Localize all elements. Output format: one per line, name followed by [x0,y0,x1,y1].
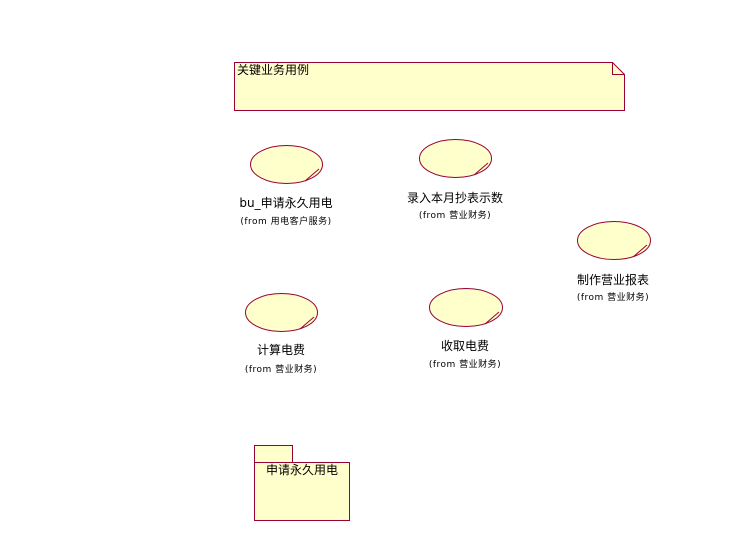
use-case-from: (from 营业财务) [428,360,502,370]
use-case-from: (from 营业财务) [576,293,650,303]
use-case-ellipse [245,293,318,332]
note-box[interactable]: 关键业务用例 [234,62,625,111]
use-case-label: bu_申请永久用电 [239,196,333,210]
use-case-ellipse [577,221,651,260]
use-case-from: (from 用电客户服务) [240,217,332,227]
use-case-label: 计算电费 [256,343,306,357]
use-case-apply-permanent-power[interactable] [250,145,324,185]
use-case-enter-meter-reading[interactable] [419,139,493,179]
package-shape [254,445,350,521]
package-label: 申请永久用电 [265,463,338,477]
use-case-calculate-fee[interactable] [245,293,319,333]
use-case-collect-fee[interactable] [429,288,505,328]
use-case-ellipse [419,139,492,178]
use-case-make-business-report[interactable] [577,221,653,261]
use-case-label: 收取电费 [440,339,490,353]
note-text: 关键业务用例 [237,63,310,77]
use-case-label: 制作营业报表 [576,273,650,287]
package-apply-permanent-power[interactable]: 申请永久用电 [254,445,350,521]
use-case-from: (from 营业财务) [418,211,492,221]
use-case-ellipse [429,288,503,327]
use-case-label: 录入本月抄表示数 [406,191,504,205]
use-case-from: (from 营业财务) [244,365,318,375]
use-case-ellipse [250,145,323,184]
